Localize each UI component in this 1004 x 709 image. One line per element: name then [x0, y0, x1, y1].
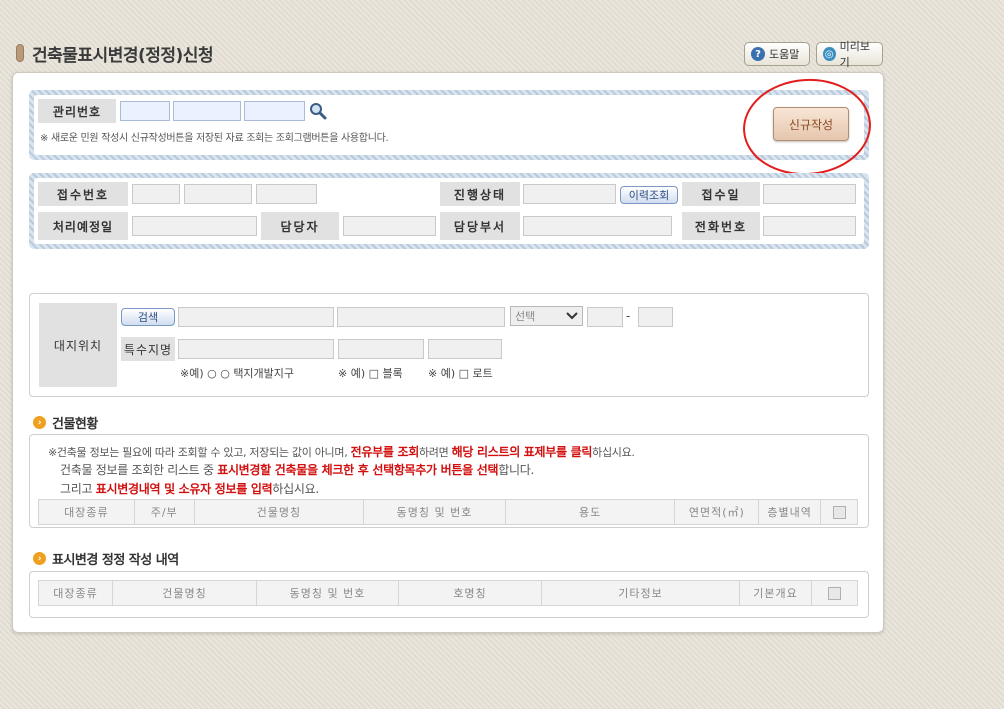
main-panel: 관리번호 ※ 새로운 민원 작성시 신규작성버튼을 저장된 자료 조회는 조회그…: [12, 72, 884, 633]
info1-e: 하십시요.: [592, 446, 635, 459]
info3-b: 표시변경내역 및 소유자 정보를 입력: [95, 482, 273, 496]
col-floor-details: 층별내역: [759, 500, 822, 524]
site-address-field-2[interactable]: [337, 307, 505, 327]
lot-dash: -: [626, 309, 631, 323]
col-main-sub: 주/부: [135, 500, 195, 524]
lot-number-field-2[interactable]: [638, 307, 673, 327]
title-marker-icon: [16, 44, 24, 62]
example-lot: ※ 예) □ 로트: [428, 367, 493, 380]
preview-icon: ◎: [823, 47, 836, 61]
chevron-down-icon: [566, 312, 578, 320]
receipt-no-field-1[interactable]: [132, 184, 180, 204]
phone-field: [763, 216, 856, 236]
site-select-value: 선택: [515, 310, 536, 323]
preview-button[interactable]: ◎ 미리보기: [816, 40, 883, 69]
management-number-box: 관리번호 ※ 새로운 민원 작성시 신규작성버튼을 저장된 자료 조회는 조회그…: [29, 90, 869, 160]
new-application-button[interactable]: 신규작성: [773, 107, 849, 141]
due-date-label: 처리예정일: [38, 212, 128, 240]
building-info-line-1: ※건축물 정보는 필요에 따라 조회할 수 있고, 저장되는 값이 아니며, 전…: [48, 443, 635, 460]
correction-heading: › 표시변경 정정 작성 내역: [33, 549, 179, 568]
help-icon: ?: [751, 47, 765, 61]
building-status-heading: › 건물현황: [33, 413, 98, 432]
info2-b: 표시변경할 건축물을 체크한 후 선택항목추가 버튼을 선택: [217, 463, 499, 477]
building-info-line-2: 건축물 정보를 조회한 리스트 중 표시변경할 건축물을 체크한 후 선택항목추…: [60, 461, 534, 478]
page-header: 건축물표시변경(정정)신청: [16, 40, 214, 66]
building-table-header: 대장종류 주/부 건물명칭 동명칭 및 번호 용도 연면적(㎡) 층별내역: [38, 499, 858, 525]
col-ho-name: 호명칭: [399, 581, 542, 605]
site-location-box: 대지위치 검색 선택 - 특수지명 ※예) ○ ○ 택지개발지구 ※ 예) □ …: [29, 293, 869, 397]
help-label: 도움말: [769, 48, 800, 61]
receipt-no-label: 접수번호: [38, 182, 128, 206]
special-name-field-3[interactable]: [428, 339, 502, 359]
dept-field: [523, 216, 672, 236]
history-button[interactable]: 이력조회: [620, 186, 678, 204]
preview-label: 미리보기: [839, 40, 870, 69]
col-etc-info: 기타정보: [542, 581, 740, 605]
lot-number-field-1[interactable]: [587, 307, 623, 327]
info3-c: 하십시요.: [272, 482, 319, 496]
col-building-name-2: 건물명칭: [113, 581, 257, 605]
special-name-label: 특수지명: [121, 337, 175, 361]
receipt-date-field: [763, 184, 856, 204]
correction-table-header: 대장종류 건물명칭 동명칭 및 번호 호명칭 기타정보 기본개요: [38, 580, 858, 606]
info3-a: 그리고: [60, 482, 96, 496]
col-overview: 기본개요: [740, 581, 812, 605]
receipt-info-box: 접수번호 진행상태 이력조회 접수일 처리예정일 담당자 담당부서 전화번호: [29, 173, 869, 249]
site-location-label: 대지위치: [39, 303, 117, 387]
select-all-checkbox[interactable]: [832, 505, 846, 519]
mgmt-number-field-2[interactable]: [173, 101, 241, 121]
col-dong-name: 동명칭 및 번호: [364, 500, 506, 524]
building-status-title: 건물현황: [52, 417, 98, 432]
mgmt-number-field-1[interactable]: [120, 101, 170, 121]
site-search-button[interactable]: 검색: [121, 308, 175, 326]
special-name-field-2[interactable]: [338, 339, 424, 359]
mgmt-number-field-3[interactable]: [244, 101, 305, 121]
building-info-line-3: 그리고 표시변경내역 및 소유자 정보를 입력하십시요.: [60, 480, 319, 497]
status-field: [523, 184, 616, 204]
receipt-date-label: 접수일: [682, 182, 760, 206]
receipt-no-field-3[interactable]: [256, 184, 317, 204]
col-select-all[interactable]: [821, 500, 857, 524]
building-status-box: ※건축물 정보는 필요에 따라 조회할 수 있고, 저장되는 값이 아니며, 전…: [29, 434, 869, 528]
info2-a: 건축물 정보를 조회한 리스트 중: [60, 463, 218, 477]
col-floor-area: 연면적(㎡): [675, 500, 760, 524]
col-usage: 용도: [506, 500, 676, 524]
mgmt-note: ※ 새로운 민원 작성시 신규작성버튼을 저장된 자료 조회는 조회그램버튼을 …: [40, 133, 389, 144]
arrow-bullet-icon: ›: [33, 552, 46, 565]
due-date-field: [132, 216, 257, 236]
col-dong-name-2: 동명칭 및 번호: [257, 581, 399, 605]
info1-a: ※건축물 정보는 필요에 따라 조회할 수 있고, 저장되는 값이 아니며,: [48, 446, 351, 459]
special-name-field-1[interactable]: [178, 339, 334, 359]
site-address-field-1[interactable]: [178, 307, 334, 327]
site-select[interactable]: 선택: [510, 306, 583, 326]
status-label: 진행상태: [440, 182, 520, 206]
correction-title: 표시변경 정정 작성 내역: [52, 553, 179, 568]
col-register-type-2: 대장종류: [39, 581, 113, 605]
col-select-all-2[interactable]: [812, 581, 857, 605]
help-button[interactable]: ? 도움말: [744, 42, 810, 66]
col-register-type: 대장종류: [39, 500, 135, 524]
mgmt-number-label: 관리번호: [38, 99, 116, 123]
example-block: ※ 예) □ 블록: [338, 367, 403, 380]
search-icon[interactable]: [309, 102, 327, 120]
info1-b: 전유부를 조회: [350, 445, 420, 459]
correction-box: 대장종류 건물명칭 동명칭 및 번호 호명칭 기타정보 기본개요: [29, 571, 869, 618]
arrow-bullet-icon: ›: [33, 416, 46, 429]
info2-c: 합니다.: [498, 463, 534, 477]
manager-label: 담당자: [261, 212, 339, 240]
receipt-no-field-2[interactable]: [184, 184, 252, 204]
dept-label: 담당부서: [440, 212, 520, 240]
info1-d: 해당 리스트의 표제부를 클릭: [451, 445, 593, 459]
info1-c: 하려면: [418, 446, 452, 459]
col-building-name: 건물명칭: [195, 500, 365, 524]
select-all-checkbox-2[interactable]: [828, 586, 841, 600]
page-title: 건축물표시변경(정정)신청: [32, 45, 214, 66]
phone-label: 전화번호: [682, 212, 760, 240]
example-district: ※예) ○ ○ 택지개발지구: [180, 367, 295, 380]
manager-field: [343, 216, 436, 236]
